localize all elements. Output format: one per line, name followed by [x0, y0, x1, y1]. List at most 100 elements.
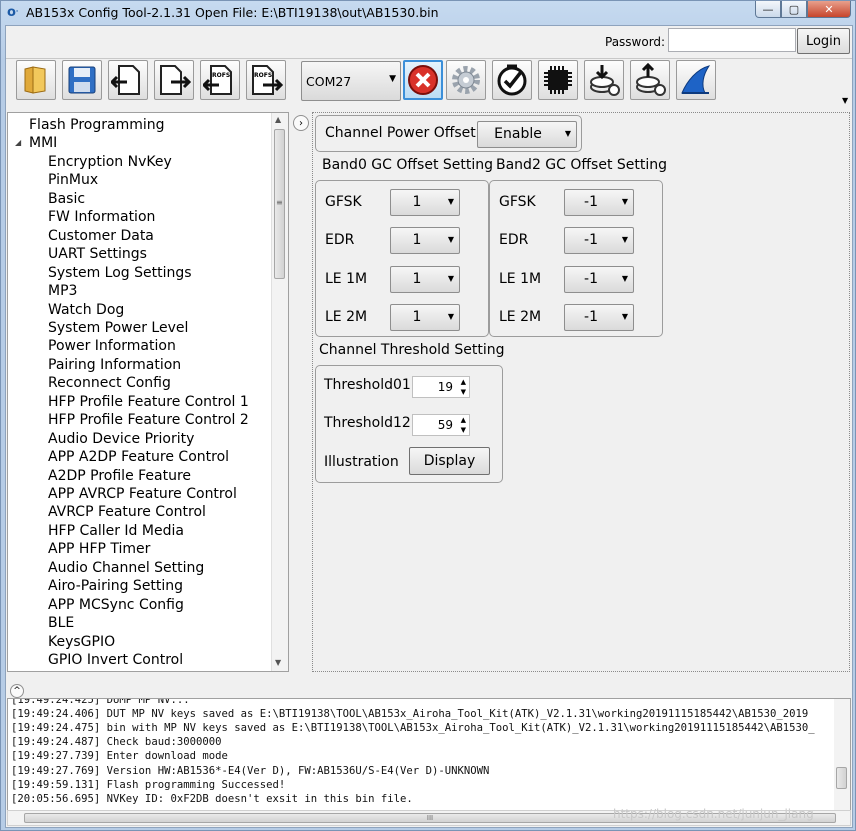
display-button[interactable]: Display — [409, 447, 490, 475]
tree-item[interactable]: Audio Device Priority — [48, 430, 194, 448]
tree-item[interactable]: APP A2DP Feature Control — [48, 448, 229, 466]
com-port-select[interactable]: COM27 ▼ — [301, 61, 401, 101]
save-disk-icon[interactable] — [62, 60, 102, 100]
tree-item-label: Power Information — [48, 338, 176, 355]
tree-item[interactable]: Basic — [48, 190, 85, 208]
tree-item-label: A2DP Profile Feature — [48, 467, 192, 484]
tree-item[interactable]: Pairing Information — [48, 356, 181, 374]
band0-row-select[interactable]: 1 ▼ — [390, 227, 460, 255]
tree-item-label: Audio Device Priority — [48, 430, 195, 447]
airoha-shark-icon[interactable] — [676, 60, 716, 100]
maximize-button[interactable]: ▢ — [781, 1, 807, 18]
tree-item[interactable]: Watch Dog — [48, 301, 124, 319]
collapse-panel-icon[interactable]: › — [293, 115, 309, 131]
log-scroll-thumb[interactable] — [836, 767, 847, 789]
tree-item[interactable]: Customer Data — [48, 227, 154, 245]
tree-item[interactable]: Encryption NvKey — [48, 153, 172, 171]
tree-item-label: System Power Level — [48, 319, 189, 336]
settings-gear-icon[interactable] — [446, 60, 486, 100]
tree-item[interactable]: System Log Settings — [48, 264, 192, 282]
band0-row-select[interactable]: 1 ▼ — [390, 265, 460, 293]
log-toggle-icon[interactable]: ^ — [10, 684, 24, 698]
band2-group: GFSK -1 ▼ EDR -1 ▼ LE 1M -1 ▼ LE 2M -1 ▼ — [489, 180, 663, 337]
scroll-up-icon[interactable]: ▲ — [275, 115, 281, 124]
chip-icon[interactable] — [538, 60, 578, 100]
threshold12-stepper[interactable]: 59 ▲ ▼ — [412, 414, 470, 436]
minimize-button[interactable]: — — [755, 1, 781, 18]
password-input[interactable] — [668, 28, 796, 52]
open-folder-icon[interactable] — [16, 60, 56, 100]
band0-group: GFSK 1 ▼ EDR 1 ▼ LE 1M 1 ▼ LE 2M 1 ▼ — [315, 180, 489, 337]
tree-item[interactable]: HFP Profile Feature Control 2 — [48, 411, 249, 429]
chevron-down-icon: ▼ — [564, 129, 571, 138]
tree-scroll-thumb[interactable]: ≡ — [274, 129, 285, 279]
export-icon[interactable] — [154, 60, 194, 100]
tree-item[interactable]: Flash Programming — [29, 116, 165, 134]
chevron-down-icon: ▼ — [389, 74, 396, 84]
tree-item[interactable]: APP AVRCP Feature Control — [48, 485, 237, 503]
tree-item[interactable]: BLE — [48, 614, 74, 632]
tree-item[interactable]: HFP Profile Feature Control 1 — [48, 393, 249, 411]
tree-item[interactable]: Airo-Pairing Setting — [48, 577, 183, 595]
log-output[interactable]: [19:49:24.425] DUMP MP NV... [19:49:24.40… — [7, 698, 851, 811]
band0-row-label: EDR — [325, 232, 355, 249]
tree-item-label: PinMux — [48, 172, 99, 189]
tree-item[interactable]: GPIO Invert Control — [48, 651, 183, 669]
band2-row-select[interactable]: -1 ▼ — [564, 227, 634, 255]
import-icon[interactable] — [108, 60, 148, 100]
tree-item[interactable]: KeysGPIO — [48, 633, 115, 651]
tree-item-label: Watch Dog — [48, 301, 125, 318]
log-line: [19:49:27.769] Version HW:AB1536*-E4(Ver… — [11, 764, 490, 777]
log-scrollbar[interactable] — [834, 699, 850, 810]
tree-item-label: APP AVRCP Feature Control — [48, 486, 237, 502]
check-clock-icon[interactable] — [492, 60, 532, 100]
app-window: o' AB153x Config Tool-2.1.31 Open File: … — [0, 0, 856, 831]
tree-item[interactable]: AVRCP Feature Control — [48, 503, 206, 521]
band0-row-value: 1 — [412, 270, 422, 287]
tree-item[interactable]: UART Settings — [48, 245, 147, 263]
tree-item[interactable]: PinMux — [48, 171, 98, 189]
threshold01-stepper[interactable]: 19 ▲ ▼ — [412, 376, 470, 398]
tree-item[interactable]: Power Information — [48, 337, 176, 355]
tree-item[interactable]: APP HFP Timer — [48, 540, 150, 558]
settings-tree[interactable]: Flash Programming ◢ MMI Encryption NvKey Pin… — [7, 112, 289, 672]
tree-item[interactable]: MP3 — [48, 282, 77, 300]
tree-item[interactable]: Audio Channel Setting — [48, 559, 204, 577]
band0-row-select[interactable]: 1 ▼ — [390, 189, 460, 216]
window-controls: — ▢ ✕ — [755, 1, 851, 19]
tree-item[interactable]: APP MCSync Config — [48, 596, 184, 614]
scroll-down-icon[interactable]: ▼ — [275, 658, 281, 667]
tree-scrollbar[interactable]: ▲ ≡ ▼ — [271, 113, 288, 671]
band2-row-select[interactable]: -1 ▼ — [564, 303, 634, 331]
tree-item-label: Airo-Pairing Setting — [48, 578, 184, 595]
tree-item[interactable]: HFP Caller Id Media — [48, 522, 184, 540]
channel-power-offset-select[interactable]: Enable ▼ — [477, 121, 577, 148]
spin-arrows-icon[interactable]: ▲ ▼ — [461, 415, 466, 435]
band0-row-select[interactable]: 1 ▼ — [390, 303, 460, 331]
download-disk-icon[interactable] — [584, 60, 624, 100]
tree-item[interactable]: A2DP Profile Feature — [48, 467, 191, 485]
band2-row-select[interactable]: -1 ▼ — [564, 189, 634, 216]
login-button[interactable]: Login — [797, 28, 850, 54]
tree-item[interactable]: Reconnect Config — [48, 374, 171, 392]
band0-row-label: GFSK — [325, 194, 362, 210]
spin-arrows-icon[interactable]: ▲ ▼ — [461, 377, 466, 397]
toolbar-overflow-icon[interactable]: ▼ — [842, 96, 850, 106]
disconnect-icon[interactable] — [403, 60, 443, 100]
rofs-import-icon[interactable]: ROFS — [200, 60, 240, 100]
upload-disk-icon[interactable] — [630, 60, 670, 100]
log-line: [20:05:56.695] NVKey ID: 0xF2DB doesn't … — [11, 792, 413, 805]
band2-row-select[interactable]: -1 ▼ — [564, 265, 634, 293]
log-line: [19:49:59.131] Flash programming Success… — [11, 778, 286, 791]
tree-item[interactable]: FW Information — [48, 208, 155, 226]
rofs-export-icon[interactable]: ROFS — [246, 60, 286, 100]
tree-item-label: Flash Programming — [29, 117, 165, 133]
tree-item[interactable]: System Power Level — [48, 319, 188, 337]
close-button[interactable]: ✕ — [807, 1, 851, 18]
tree-item-label: APP HFP Timer — [48, 541, 151, 558]
tree-item[interactable]: ◢ MMI — [15, 134, 57, 152]
band2-row-label: EDR — [499, 232, 529, 249]
threshold-title: Channel Threshold Setting — [319, 342, 505, 358]
expand-icon[interactable]: ◢ — [15, 134, 21, 152]
title-bar[interactable]: o' AB153x Config Tool-2.1.31 Open File: … — [1, 1, 855, 25]
